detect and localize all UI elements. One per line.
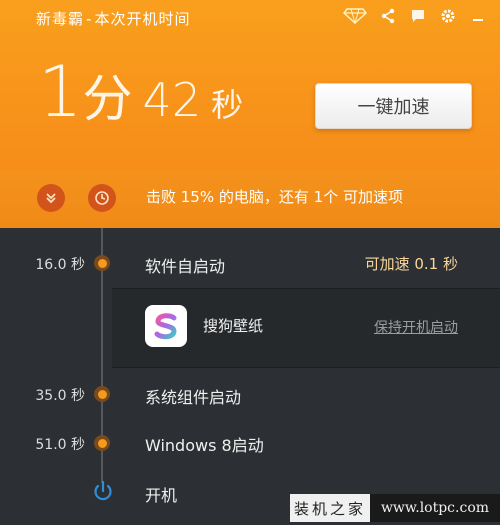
timeline-label-windows: Windows 8启动: [145, 436, 264, 455]
sogou-wallpaper-icon: [145, 305, 187, 347]
share-icon[interactable]: [378, 7, 398, 25]
watermark-brand: 装机之家: [290, 494, 370, 522]
expand-chevron-icon[interactable]: [37, 184, 65, 212]
watermark-url: www.lotpc.com: [370, 494, 500, 522]
clock-icon[interactable]: [88, 184, 116, 212]
boot-minutes-unit: 分: [82, 70, 133, 128]
page-title: 本次开机时间: [94, 10, 191, 28]
settings-icon[interactable]: [438, 7, 458, 25]
app-name: 新毒霸: [36, 10, 85, 28]
feedback-icon[interactable]: [408, 7, 428, 25]
accelerate-badge: 可加速 0.1 秒: [364, 255, 458, 273]
startup-app-name: 搜狗壁纸: [203, 317, 264, 335]
title-separator: -: [86, 10, 93, 28]
timeline-time: 51.0 秒: [35, 437, 85, 453]
watermark: 装机之家 www.lotpc.com: [290, 494, 500, 522]
power-icon: [94, 480, 112, 501]
minimize-icon[interactable]: [468, 7, 488, 25]
timeline-dot: [94, 255, 110, 271]
one-click-speedup-button[interactable]: 一键加速: [315, 83, 472, 129]
timeline-label-system-components: 系统组件启动: [145, 388, 242, 407]
window-controls: [342, 7, 488, 25]
boot-seconds: 42: [142, 73, 202, 127]
gem-icon[interactable]: [342, 7, 368, 25]
keep-startup-link[interactable]: 保持开机启动: [374, 317, 458, 337]
timeline-dot: [94, 435, 110, 451]
boot-minutes: 1: [38, 51, 83, 133]
timeline-time: 16.0 秒: [35, 257, 85, 273]
status-summary: 击败 15% 的电脑，还有 1个 可加速项: [146, 188, 403, 206]
timeline-label-autostart[interactable]: 软件自启动: [145, 253, 225, 277]
timeline-dot: [94, 386, 110, 402]
boot-time-display: 1 分 42 秒: [38, 52, 243, 132]
boot-seconds-unit: 秒: [211, 86, 244, 124]
window-title: 新毒霸 - 本次开机时间: [36, 8, 190, 29]
timeline-time: 35.0 秒: [35, 388, 85, 404]
timeline-label-boot: 开机: [145, 486, 178, 505]
